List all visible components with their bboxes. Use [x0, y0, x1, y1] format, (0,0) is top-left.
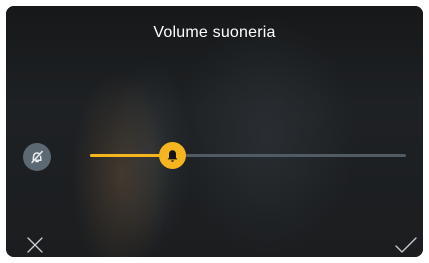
bell-icon — [167, 149, 178, 162]
mute-button[interactable] — [23, 143, 51, 171]
page-title: Volume suoneria — [153, 24, 276, 41]
volume-slider[interactable] — [90, 142, 406, 169]
slider-thumb[interactable] — [159, 142, 187, 169]
close-icon — [27, 237, 43, 253]
ringtone-volume-screen: Volume suoneria — [6, 6, 423, 257]
cancel-button[interactable] — [25, 235, 45, 255]
background-image — [6, 6, 423, 257]
check-icon — [395, 237, 417, 253]
confirm-button[interactable] — [394, 235, 418, 255]
bell-off-icon — [31, 150, 43, 164]
